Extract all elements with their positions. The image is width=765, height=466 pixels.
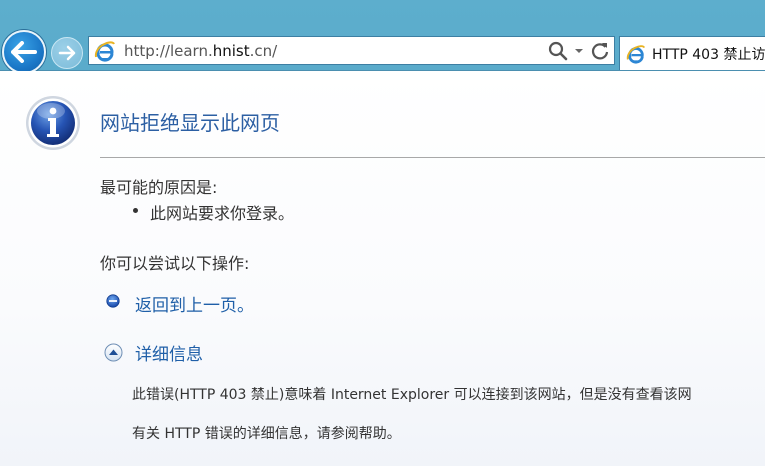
info-icon [26, 96, 80, 150]
detail-text-line: 有关 HTTP 错误的详细信息，请参阅帮助。 [132, 426, 401, 442]
title-divider [100, 157, 765, 158]
chevron-down-icon[interactable] [574, 47, 584, 55]
bullet-dot-icon [133, 208, 138, 213]
page-title: 网站拒绝显示此网页 [100, 111, 280, 135]
reason-title: 最可能的原因是: [100, 178, 218, 197]
detail-text-line: 此错误(HTTP 403 禁止)意味着 Internet Explorer 可以… [132, 387, 692, 403]
refresh-icon[interactable] [590, 41, 610, 61]
internet-explorer-icon [626, 44, 646, 64]
reason-item: 此网站要求你登录。 [150, 204, 295, 223]
address-bar[interactable]: http://learn.hnist.cn/ [88, 36, 615, 65]
search-icon[interactable] [548, 41, 568, 61]
back-arrow-icon [11, 41, 37, 63]
forward-arrow-icon [58, 45, 76, 61]
url-text[interactable]: http://learn.hnist.cn/ [124, 42, 277, 60]
details-toggle-link[interactable]: 详细信息 [135, 340, 203, 365]
back-button[interactable] [2, 30, 46, 74]
browser-toolbar: http://learn.hnist.cn/ HTTP 403 禁止访 [0, 0, 765, 74]
forward-button[interactable] [51, 37, 83, 69]
collapse-arrow-icon[interactable] [104, 343, 123, 362]
blue-bullet-icon [106, 294, 120, 308]
tab-http-403[interactable]: HTTP 403 禁止访 [619, 36, 765, 70]
error-page: 网站拒绝显示此网页 最可能的原因是: 此网站要求你登录。 你可以尝试以下操作: … [0, 71, 765, 466]
back-to-previous-link[interactable]: 返回到上一页。 [135, 291, 254, 316]
try-title: 你可以尝试以下操作: [100, 254, 250, 273]
internet-explorer-icon [94, 40, 115, 62]
tab-title: HTTP 403 禁止访 [652, 46, 765, 63]
